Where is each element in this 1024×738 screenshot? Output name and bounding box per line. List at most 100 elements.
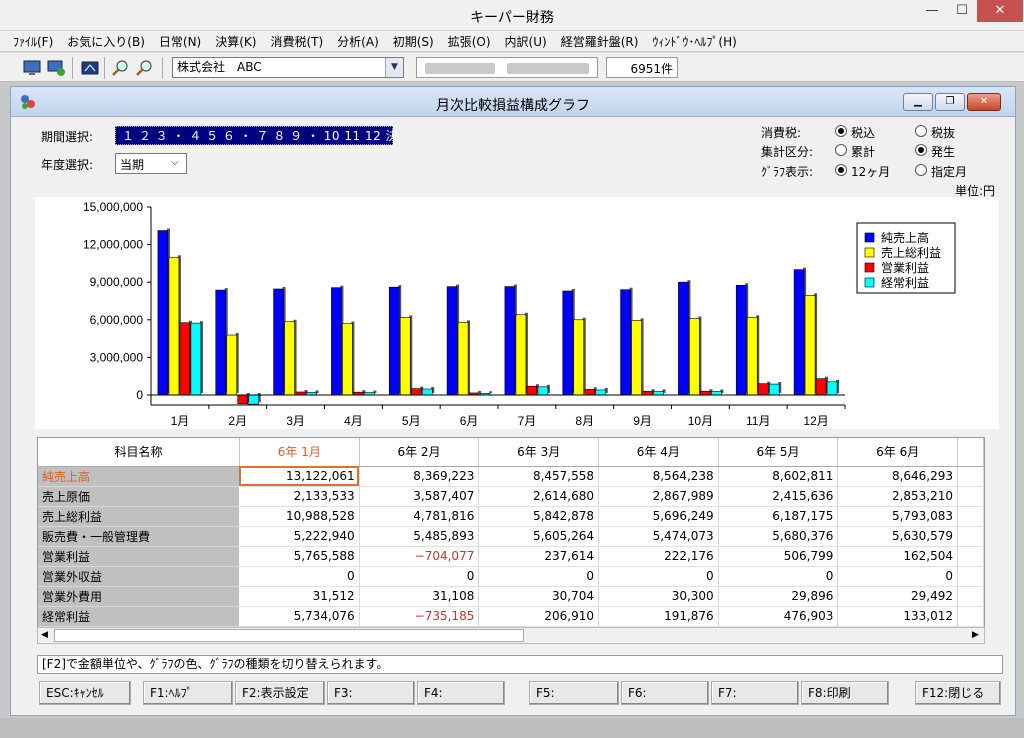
minimize-icon[interactable]: — bbox=[918, 0, 946, 22]
table-cell[interactable]: 31,108 bbox=[359, 586, 480, 607]
period-selector[interactable]: １ ２ ３ ・ ４ ５ ６ ・ ７ ８ ９ ・ 10 11 12 決 bbox=[115, 126, 398, 145]
menu-initial[interactable]: 初期(S) bbox=[386, 33, 441, 50]
table-cell[interactable]: 2,415,636 bbox=[718, 486, 839, 507]
table-cell[interactable]: 6,187,175 bbox=[718, 506, 839, 527]
table-cell[interactable]: 2,133,533 bbox=[239, 486, 360, 507]
table-row[interactable]: 営業利益 5,765,588 −704,077 237,614 222,176 506,7… bbox=[38, 546, 984, 567]
table-cell[interactable]: 0 bbox=[478, 566, 600, 587]
table-cell[interactable]: 8,457,558 bbox=[478, 466, 600, 487]
f8-print-button[interactable]: F8:印刷 bbox=[801, 681, 889, 705]
table-cell[interactable]: −735,185 bbox=[359, 606, 480, 627]
f3-button[interactable]: F3: bbox=[327, 681, 415, 705]
table-cell[interactable]: 5,474,073 bbox=[598, 526, 719, 547]
table-cell[interactable]: −704,077 bbox=[359, 546, 480, 567]
table-cell[interactable]: 5,696,249 bbox=[598, 506, 719, 527]
table-row[interactable]: 営業外費用 31,512 31,108 30,704 30,300 29,896 29,49… bbox=[38, 586, 984, 607]
table-cell[interactable]: 206,910 bbox=[478, 606, 600, 627]
menu-daily[interactable]: 日常(N) bbox=[152, 33, 208, 50]
table-row[interactable]: 売上原価 2,133,533 3,587,407 2,614,680 2,867,989… bbox=[38, 486, 984, 507]
table-row[interactable]: 営業外収益 0 0 0 0 0 0 bbox=[38, 566, 984, 587]
table-row[interactable]: 純売上高 13,122,061 8,369,223 8,457,558 8,564,23… bbox=[38, 466, 984, 487]
chevron-down-icon[interactable]: ⌵ bbox=[171, 157, 179, 168]
radio-tax-excluded[interactable] bbox=[915, 125, 927, 137]
table-cell[interactable]: 31,512 bbox=[239, 586, 360, 607]
f1-help-button[interactable]: F1:ﾍﾙﾌﾟ bbox=[143, 681, 233, 705]
table-cell[interactable]: 506,799 bbox=[718, 546, 839, 567]
radio-12-months[interactable] bbox=[835, 164, 847, 176]
column-header[interactable]: 6年 1月 bbox=[239, 438, 360, 467]
column-header[interactable]: 6年 3月 bbox=[478, 438, 600, 467]
f6-button[interactable]: F6: bbox=[621, 681, 709, 705]
close-icon[interactable]: ✕ bbox=[967, 93, 1001, 111]
table-cell[interactable]: 133,012 bbox=[837, 606, 959, 627]
monitor-add-icon[interactable] bbox=[46, 58, 66, 78]
table-cell[interactable]: 8,369,223 bbox=[359, 466, 480, 487]
table-cell[interactable]: 237,614 bbox=[478, 546, 600, 567]
table-cell[interactable]: 30,704 bbox=[478, 586, 600, 607]
scroll-right-icon[interactable]: ▶ bbox=[972, 628, 979, 643]
table-cell[interactable]: 29,492 bbox=[837, 586, 959, 607]
f12-close-button[interactable]: F12:閉じる bbox=[915, 681, 1001, 705]
table-cell[interactable]: 2,853,210 bbox=[837, 486, 959, 507]
menu-closing[interactable]: 決算(K) bbox=[208, 33, 263, 50]
table-row[interactable]: 経常利益 5,734,076 −735,185 206,910 191,876 476,9… bbox=[38, 606, 984, 627]
company-select[interactable]: 株式会社 ABC bbox=[172, 57, 404, 78]
table-cell[interactable]: 5,793,083 bbox=[837, 506, 959, 527]
table-cell[interactable]: 0 bbox=[239, 566, 360, 587]
menu-favorites[interactable]: お気に入り(B) bbox=[60, 33, 152, 50]
table-cell[interactable]: 5,605,264 bbox=[478, 526, 600, 547]
table-cell[interactable]: 4,781,816 bbox=[359, 506, 480, 527]
close-icon[interactable]: ✕ bbox=[977, 0, 1023, 22]
table-cell[interactable]: 0 bbox=[359, 566, 480, 587]
maximize-icon[interactable]: ☐ bbox=[948, 0, 976, 22]
table-cell[interactable]: 5,485,893 bbox=[359, 526, 480, 547]
zoom-in-icon[interactable] bbox=[110, 58, 130, 78]
scroll-left-icon[interactable]: ◀ bbox=[41, 628, 48, 643]
menu-window-help[interactable]: ｳｨﾝﾄﾞｳ･ﾍﾙﾌﾟ(H) bbox=[645, 33, 743, 50]
restore-icon[interactable]: ❐ bbox=[935, 93, 965, 111]
table-cell[interactable]: 2,614,680 bbox=[478, 486, 600, 507]
menu-breakdown[interactable]: 内訳(U) bbox=[498, 33, 554, 50]
table-cell[interactable]: 30,300 bbox=[598, 586, 719, 607]
f4-button[interactable]: F4: bbox=[417, 681, 505, 705]
f2-display-settings-button[interactable]: F2:表示設定 bbox=[235, 681, 325, 705]
menu-extend[interactable]: 拡張(O) bbox=[441, 33, 498, 50]
table-cell[interactable]: 0 bbox=[837, 566, 959, 587]
column-header[interactable]: 6年 6月 bbox=[837, 438, 959, 467]
screen-icon[interactable] bbox=[80, 58, 100, 78]
table-cell[interactable]: 222,176 bbox=[598, 546, 719, 567]
menu-file[interactable]: ﾌｧｲﾙ(F) bbox=[6, 33, 60, 50]
column-header[interactable]: 6年 4月 bbox=[598, 438, 719, 467]
table-cell[interactable]: 8,564,238 bbox=[598, 466, 719, 487]
table-cell[interactable]: 3,587,407 bbox=[359, 486, 480, 507]
minimize-icon[interactable]: ▁ bbox=[903, 93, 933, 111]
zoom-out-icon[interactable] bbox=[134, 58, 154, 78]
table-cell[interactable]: 0 bbox=[598, 566, 719, 587]
table-cell[interactable]: 2,867,989 bbox=[598, 486, 719, 507]
radio-cumulative[interactable] bbox=[835, 144, 847, 156]
scrollbar-thumb[interactable] bbox=[54, 629, 524, 642]
chevron-down-icon[interactable]: ▼ bbox=[385, 58, 403, 77]
table-cell[interactable]: 0 bbox=[718, 566, 839, 587]
table-cell[interactable]: 476,903 bbox=[718, 606, 839, 627]
table-cell[interactable]: 191,876 bbox=[598, 606, 719, 627]
table-cell[interactable]: 10,988,528 bbox=[239, 506, 360, 527]
radio-tax-included[interactable] bbox=[835, 125, 847, 137]
table-row[interactable]: 売上総利益 10,988,528 4,781,816 5,842,878 5,696,2… bbox=[38, 506, 984, 527]
table-cell[interactable]: 5,842,878 bbox=[478, 506, 600, 527]
table-cell[interactable]: 29,896 bbox=[718, 586, 839, 607]
column-header[interactable]: 6年 2月 bbox=[359, 438, 480, 467]
table-row[interactable]: 販売費・一般管理費 5,222,940 5,485,893 5,605,264 5,47… bbox=[38, 526, 984, 547]
esc-cancel-button[interactable]: ESC:ｷｬﾝｾﾙ bbox=[39, 681, 131, 705]
menu-compass[interactable]: 経営羅針盤(R) bbox=[554, 33, 646, 50]
f7-button[interactable]: F7: bbox=[711, 681, 799, 705]
table-cell[interactable]: 13,122,061 bbox=[239, 466, 360, 487]
table-cell[interactable]: 162,504 bbox=[837, 546, 959, 567]
table-cell[interactable]: 5,222,940 bbox=[239, 526, 360, 547]
table-cell[interactable]: 5,765,588 bbox=[239, 546, 360, 567]
radio-specified-month[interactable] bbox=[915, 164, 927, 176]
column-header[interactable]: 6年 5月 bbox=[718, 438, 839, 467]
monitor-icon[interactable] bbox=[22, 58, 42, 78]
horizontal-scrollbar[interactable]: ◀ ▶ bbox=[37, 627, 985, 644]
table-cell[interactable]: 5,630,579 bbox=[837, 526, 959, 547]
